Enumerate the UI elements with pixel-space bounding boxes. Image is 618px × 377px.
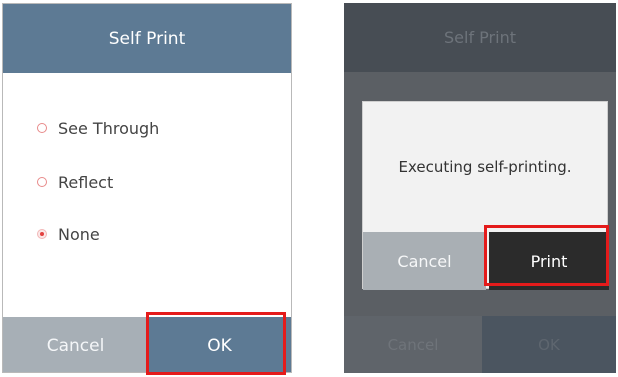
dialog-cancel-button[interactable]: Cancel <box>363 232 486 290</box>
self-print-confirm-screen: Self Print Cancel OK Executing self-prin… <box>344 3 616 373</box>
radio-button[interactable] <box>37 123 47 133</box>
cancel-button[interactable]: Cancel <box>3 317 148 372</box>
highlight-box-print <box>484 225 609 286</box>
dialog-message: Executing self-printing. <box>398 158 572 176</box>
radio-option-reflect[interactable]: Reflect <box>37 170 113 194</box>
radio-button[interactable] <box>37 177 47 187</box>
highlight-box-ok <box>146 312 286 375</box>
radio-option-see-through[interactable]: See Through <box>37 116 159 140</box>
radio-option-none[interactable]: None <box>37 222 100 246</box>
button-bar-dimmed: Cancel OK <box>344 316 616 373</box>
radio-label: See Through <box>58 118 160 138</box>
screen-title-dimmed: Self Print <box>344 3 616 72</box>
radio-label: None <box>58 224 100 244</box>
radio-label: Reflect <box>58 172 114 192</box>
radio-button-selected[interactable] <box>37 229 47 239</box>
cancel-button-dimmed: Cancel <box>344 316 482 373</box>
ok-button-dimmed: OK <box>482 316 616 373</box>
screen-title: Self Print <box>3 4 291 73</box>
